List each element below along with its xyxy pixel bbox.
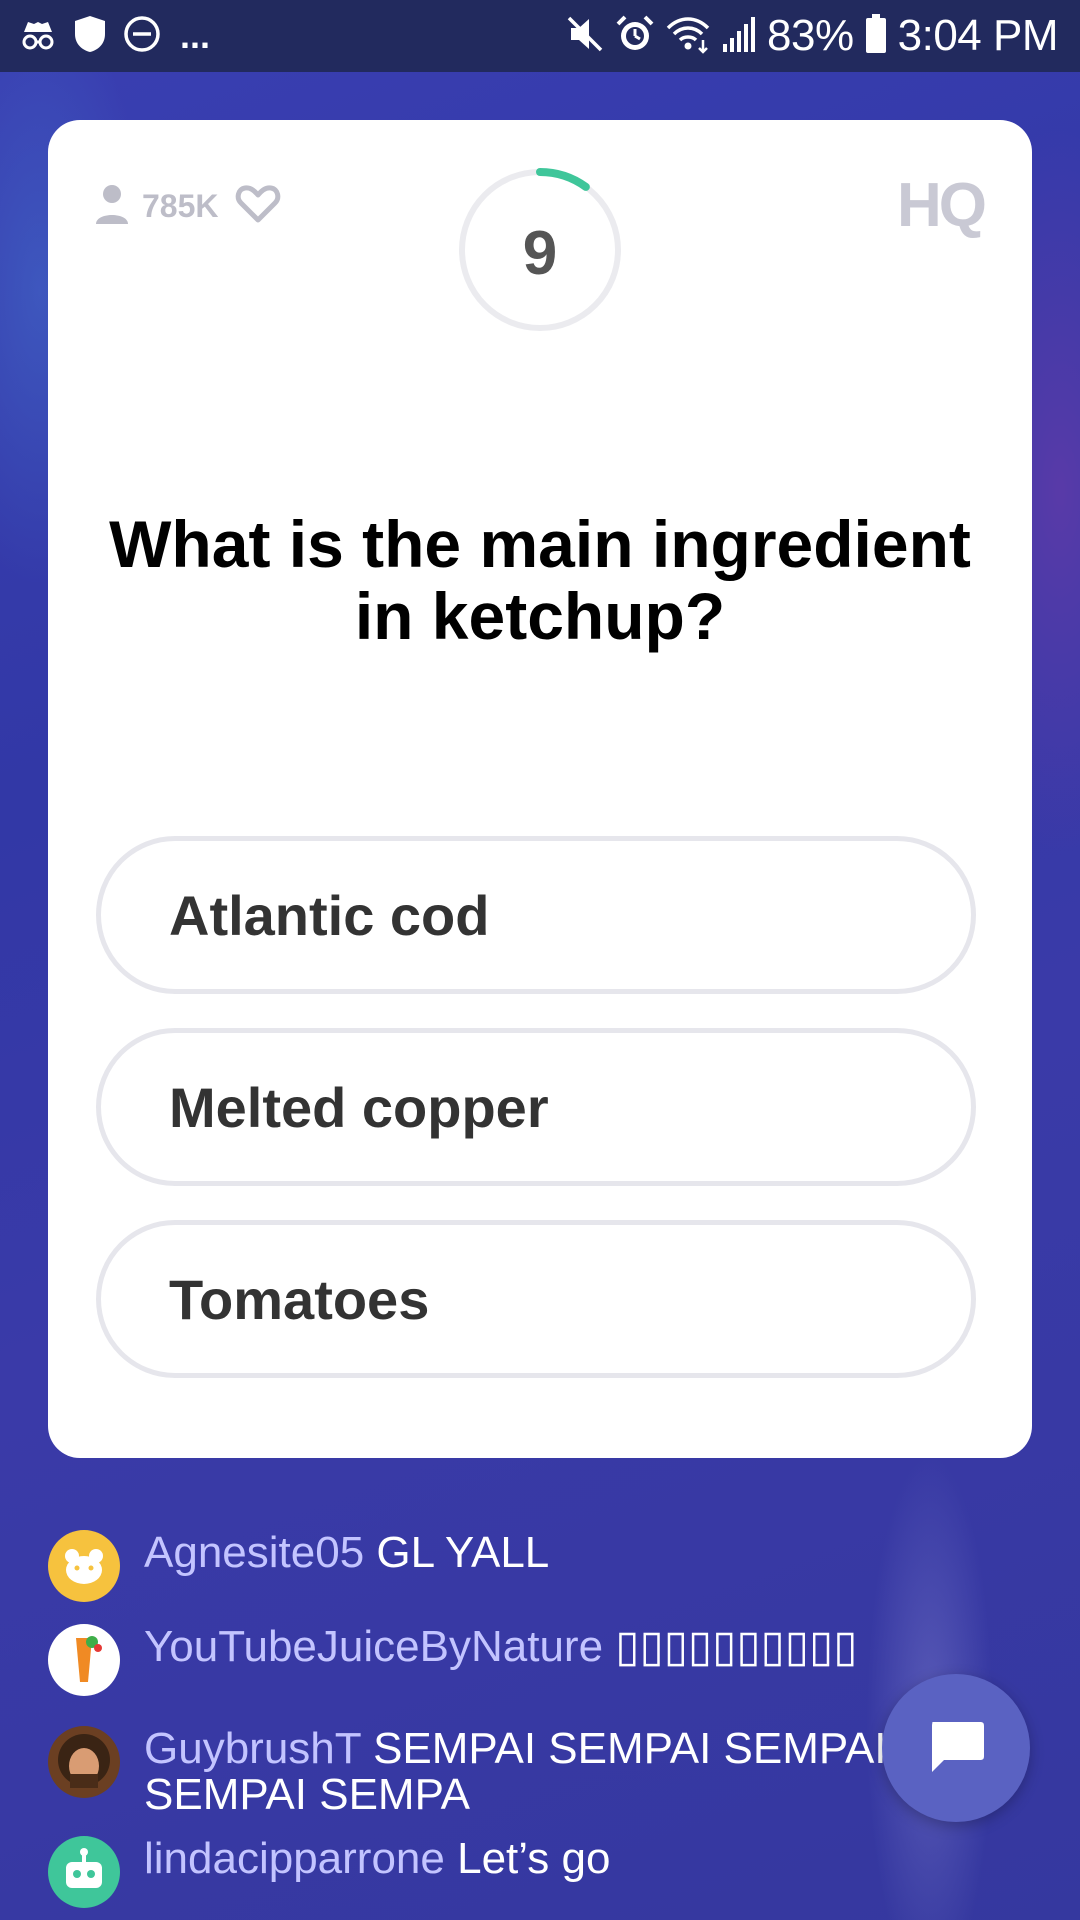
status-bar: ... 83% 3:04 PM	[0, 0, 1080, 72]
chat-message: YouTubeJuiceByNature ▯▯▯▯▯▯▯▯▯▯	[48, 1624, 904, 1696]
question-card: 785K 9 HQ What is the main ingredient in…	[48, 120, 1032, 1458]
battery-icon	[864, 13, 888, 60]
chat-message: GuybrushT SEMPAI SEMPAI SEMPAI SEMPAI SE…	[48, 1726, 904, 1818]
overflow-notifications: ...	[180, 15, 211, 56]
person-icon	[92, 182, 132, 231]
chat-message-text: GL YALL	[376, 1528, 550, 1577]
countdown-timer: 9	[456, 166, 624, 334]
avatar	[48, 1726, 120, 1798]
avatar	[48, 1530, 120, 1602]
viewer-count: 785K	[142, 188, 219, 224]
battery-percent: 83%	[767, 11, 854, 60]
heart-icon	[235, 184, 281, 229]
mute-icon	[567, 14, 605, 59]
viewer-stats: 785K	[92, 182, 281, 231]
avatar	[48, 1624, 120, 1696]
answer-option-2[interactable]: Melted copper	[96, 1028, 976, 1186]
incognito-icon	[18, 14, 58, 59]
chat-message-text: Let’s go	[457, 1834, 611, 1883]
timer-seconds: 9	[522, 218, 558, 288]
chat-username: lindacipparrone	[144, 1834, 445, 1883]
hq-logo: HQ	[897, 171, 987, 240]
shield-icon	[72, 14, 108, 59]
chat-bubble-icon	[926, 1718, 986, 1779]
answer-option-1[interactable]: Atlantic cod	[96, 836, 976, 994]
chat-username: Agnesite05	[144, 1528, 365, 1577]
chat-button[interactable]	[882, 1674, 1030, 1822]
answer-label: Melted copper	[169, 1075, 549, 1139]
chat-message: lindacipparrone Let’s go	[48, 1836, 904, 1908]
do-not-disturb-icon	[122, 14, 162, 59]
chat-message-text: ▯▯▯▯▯▯▯▯▯▯	[615, 1622, 858, 1671]
answer-option-3[interactable]: Tomatoes	[96, 1220, 976, 1378]
chat-username: YouTubeJuiceByNature	[144, 1622, 604, 1671]
chat-username: GuybrushT	[144, 1724, 361, 1773]
question-text: What is the main ingredient in ketchup?	[109, 507, 971, 653]
chat-message: Agnesite05 GL YALL	[48, 1530, 904, 1602]
answer-label: Tomatoes	[169, 1267, 430, 1331]
clock: 3:04 PM	[897, 11, 1059, 60]
cell-signal-icon	[721, 14, 757, 59]
answer-label: Atlantic cod	[169, 883, 490, 947]
avatar	[48, 1836, 120, 1908]
alarm-icon	[615, 14, 655, 59]
wifi-icon	[665, 14, 711, 59]
